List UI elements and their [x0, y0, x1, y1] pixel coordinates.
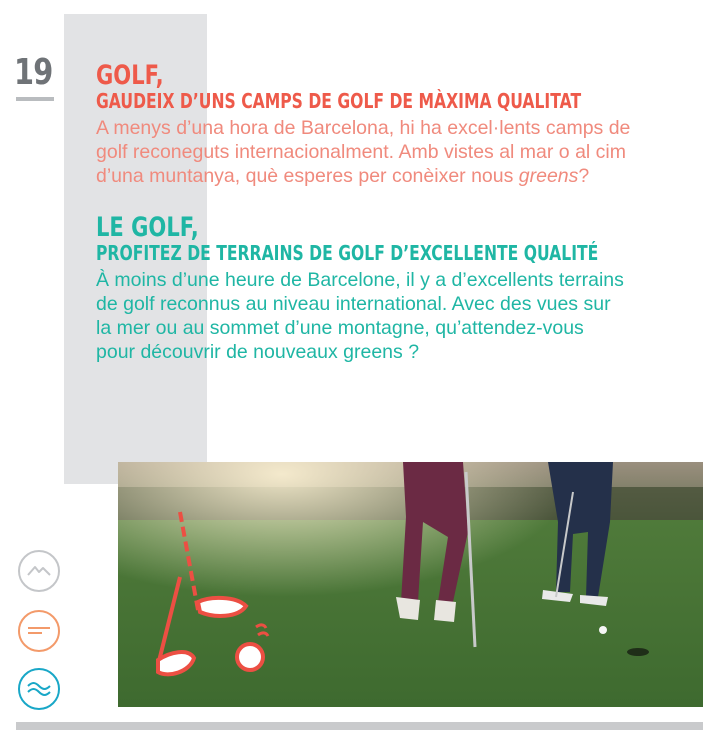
horizon-lines-icon — [28, 627, 50, 634]
content-column: GOLF, GAUDEIX D’UNS CAMPS DE GOLF DE MÀX… — [96, 62, 703, 364]
french-subtitle: PROFITEZ DE TERRAINS DE GOLF D’EXCELLENT… — [96, 241, 599, 265]
catalan-body-line-1: A menys d’una hora de Barcelona, hi ha e… — [96, 117, 631, 139]
catalan-body-end: ? — [578, 165, 590, 187]
french-body-line-2: de golf reconnus au niveau international… — [96, 293, 611, 315]
sea-waves-icon — [27, 682, 51, 696]
page-number-underline — [16, 97, 54, 101]
page-number: 19 — [14, 52, 53, 93]
nav-horizon-button[interactable] — [18, 610, 60, 652]
catalan-section: GOLF, GAUDEIX D’UNS CAMPS DE GOLF DE MÀX… — [96, 62, 703, 188]
catalan-body-line-2: golf reconeguts internacionalment. Amb v… — [96, 141, 626, 163]
catalan-subtitle: GAUDEIX D’UNS CAMPS DE GOLF DE MÀXIMA QU… — [96, 89, 582, 113]
nav-sea-button[interactable] — [18, 668, 60, 710]
catalan-body-line-3-text: d’una muntanya, què esperes per conèixer… — [96, 165, 519, 187]
french-section: LE GOLF, PROFITEZ DE TERRAINS DE GOLF D’… — [96, 214, 703, 364]
catalan-body-italic: greens — [518, 165, 579, 187]
french-body-line-1: À moins d’une heure de Barcelone, il y a… — [96, 269, 624, 291]
nav-mountain-button[interactable] — [18, 550, 60, 592]
catalan-body-line-3: d’una muntanya, què esperes per conèixer… — [96, 164, 703, 188]
french-title: LE GOLF, — [96, 212, 199, 243]
french-body-line-3: la mer ou au sommet d’une montagne, qu’a… — [96, 317, 584, 339]
mountain-wave-icon — [27, 566, 51, 576]
catalan-title: GOLF, — [96, 60, 164, 91]
footer-bar — [16, 722, 703, 730]
french-body-line-4: pour découvrir de nouveaux greens ? — [96, 341, 420, 363]
golf-photo — [118, 462, 703, 707]
golf-photo-illustration — [118, 462, 703, 707]
